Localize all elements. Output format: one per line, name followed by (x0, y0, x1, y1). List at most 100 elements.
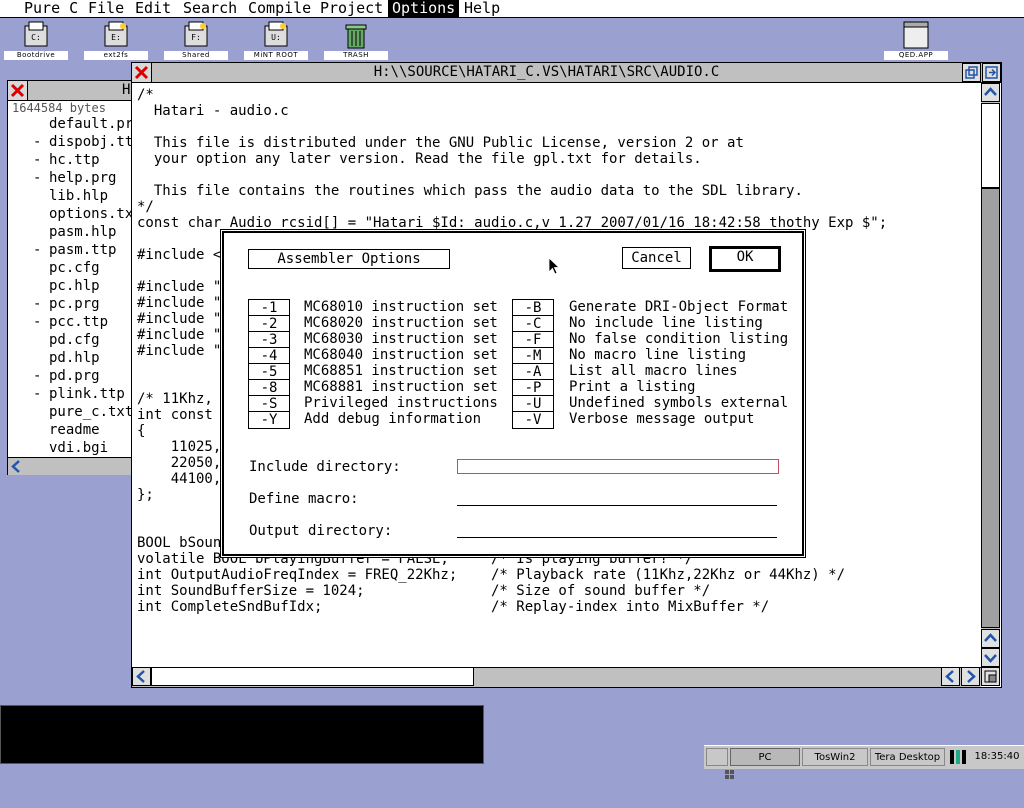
vertical-scroll-thumb[interactable] (981, 188, 1000, 628)
executable-marker: - (33, 134, 42, 150)
scroll-left-icon[interactable] (8, 458, 25, 475)
menu-compile[interactable]: Compile (244, 0, 315, 17)
option-toggle-button[interactable]: -V (512, 411, 554, 429)
file-list-item[interactable]: - pd.prg (8, 367, 132, 385)
horizontal-scrollbar[interactable] (8, 457, 132, 475)
iconify-icon (965, 66, 978, 79)
file-list-item[interactable]: pasm.hlp (8, 223, 132, 241)
option-label: No macro line listing (569, 347, 747, 363)
desktop-icon-trash[interactable]: TRASH (324, 20, 388, 60)
scroll-left-button[interactable] (132, 667, 151, 686)
file-list-item[interactable]: vdi.bgi (8, 439, 132, 457)
menu-search[interactable]: Search (179, 0, 241, 17)
executable-marker: - (33, 242, 42, 258)
menu-pure-c[interactable]: Pure C (20, 0, 82, 17)
file-name: pure_c.txt (49, 404, 134, 420)
close-icon (10, 83, 25, 98)
menu-file[interactable]: File (84, 0, 128, 17)
desktop-icon-label: MiNT ROOT (244, 51, 308, 60)
file-list-item[interactable]: - help.prg (8, 169, 132, 187)
drive-icon: E: (104, 21, 128, 47)
scroll-up-icon (984, 633, 997, 642)
code-line: Hatari - audio.c (137, 103, 289, 119)
executable-marker: - (33, 170, 42, 186)
scroll-up-button-lower[interactable] (981, 629, 1000, 648)
taskbar-button-toswin2[interactable]: TosWin2 (802, 748, 868, 766)
scroll-down-button[interactable] (981, 648, 1000, 667)
file-list-item[interactable]: options.txt (8, 205, 142, 223)
scroll-left-button-right[interactable] (941, 667, 960, 686)
resize-handle[interactable] (981, 667, 1000, 686)
scroll-track-upper[interactable] (981, 103, 1000, 188)
option-label: Add debug information (304, 411, 482, 427)
file-name: pasm.ttp (49, 242, 117, 258)
menu-edit[interactable]: Edit (131, 0, 175, 17)
menu-project[interactable]: Project (316, 0, 387, 17)
scroll-right-icon (967, 670, 976, 683)
file-name: pd.prg (49, 368, 100, 384)
file-list-item[interactable]: pc.cfg (8, 259, 132, 277)
cancel-button[interactable]: Cancel (622, 247, 691, 269)
code-line: This file is distributed under the GNU P… (137, 135, 744, 151)
file-name: dispobj.ttp (49, 134, 142, 150)
file-name: plink.ttp (49, 386, 125, 402)
file-list-item[interactable]: lib.hlp (8, 187, 132, 205)
file-list-item[interactable]: readme (8, 421, 132, 439)
option-label: Verbose message output (569, 411, 755, 427)
scroll-up-button[interactable] (981, 83, 1000, 102)
menu-help[interactable]: Help (460, 0, 504, 17)
file-name: lib.hlp (49, 188, 109, 204)
option-toggle-button[interactable]: -Y (248, 411, 290, 429)
file-list-item[interactable]: pc.hlp (8, 277, 132, 295)
editor-titlebar[interactable]: H:\\SOURCE\HATARI_C.VS\HATARI\SRC\AUDIO.… (132, 63, 1001, 83)
resize-icon (984, 670, 997, 683)
desktop-icon-qed-app[interactable]: QED.APP (884, 20, 948, 60)
file-list: default.pr - dispobj.ttp - hc.ttp - help.prg li… (8, 115, 142, 457)
scroll-right-button[interactable] (961, 667, 980, 686)
desktop-icon-ext2fs[interactable]: E: ext2fs (84, 20, 148, 60)
desktop-icon-bootdrive[interactable]: C: Bootdrive (4, 20, 68, 60)
scroll-left-icon (136, 670, 145, 683)
file-name: pcc.ttp (49, 314, 109, 330)
fuller-button[interactable] (982, 63, 1001, 82)
file-list-item[interactable]: - plink.ttp (8, 385, 132, 403)
executable-marker: - (33, 386, 42, 402)
desktop-icon-mint-root[interactable]: U: MiNT ROOT (244, 20, 308, 60)
file-list-item[interactable]: - pcc.ttp (8, 313, 132, 331)
svg-text:C:: C: (31, 33, 41, 42)
file-list-item[interactable]: pure_c.txt (8, 403, 134, 421)
file-name: pc.cfg (49, 260, 100, 276)
file-list-item[interactable]: - pasm.ttp (8, 241, 132, 259)
menu-options[interactable]: Options (388, 0, 460, 17)
desktop-icon-shared[interactable]: F: Shared (164, 20, 228, 60)
include-directory-field[interactable] (457, 459, 779, 474)
code-line: const char Audio_rcsid[] = "Hatari $Id: … (137, 215, 888, 231)
ok-button[interactable]: OK (709, 246, 781, 272)
output-directory-field[interactable] (457, 523, 777, 538)
file-list-item[interactable]: - hc.ttp (8, 151, 132, 169)
scroll-down-icon (984, 654, 997, 663)
file-window-titlebar[interactable]: H (8, 81, 132, 101)
option-label: Generate DRI-Object Format (569, 299, 789, 315)
option-label: MC68040 instruction set (304, 347, 498, 363)
application-icon (903, 21, 929, 49)
iconify-button[interactable] (962, 63, 981, 82)
file-list-item[interactable]: - dispobj.ttp (8, 133, 142, 151)
file-list-item[interactable]: - pc.prg (8, 295, 132, 313)
executable-marker: - (33, 296, 42, 312)
define-macro-field[interactable] (457, 491, 777, 506)
file-list-item[interactable]: pd.cfg (8, 331, 132, 349)
code-line: This file contains the routines which pa… (137, 183, 803, 199)
option-label: Undefined symbols external (569, 395, 789, 411)
close-button[interactable] (8, 81, 28, 100)
desktop-icon-label: TRASH (324, 51, 388, 60)
output-directory-label: Output directory: (249, 523, 393, 539)
file-list-item[interactable]: pd.hlp (8, 349, 132, 367)
taskbar-button-tera-desktop[interactable]: Tera Desktop (870, 748, 945, 766)
file-list-item[interactable]: default.pr (8, 115, 133, 133)
taskbar-button-pc[interactable]: PC (730, 748, 800, 766)
start-button[interactable] (706, 748, 734, 779)
free-bytes-label: 1644584 bytes (12, 101, 106, 115)
horizontal-scroll-thumb[interactable] (151, 667, 474, 686)
console-window[interactable] (0, 705, 484, 764)
